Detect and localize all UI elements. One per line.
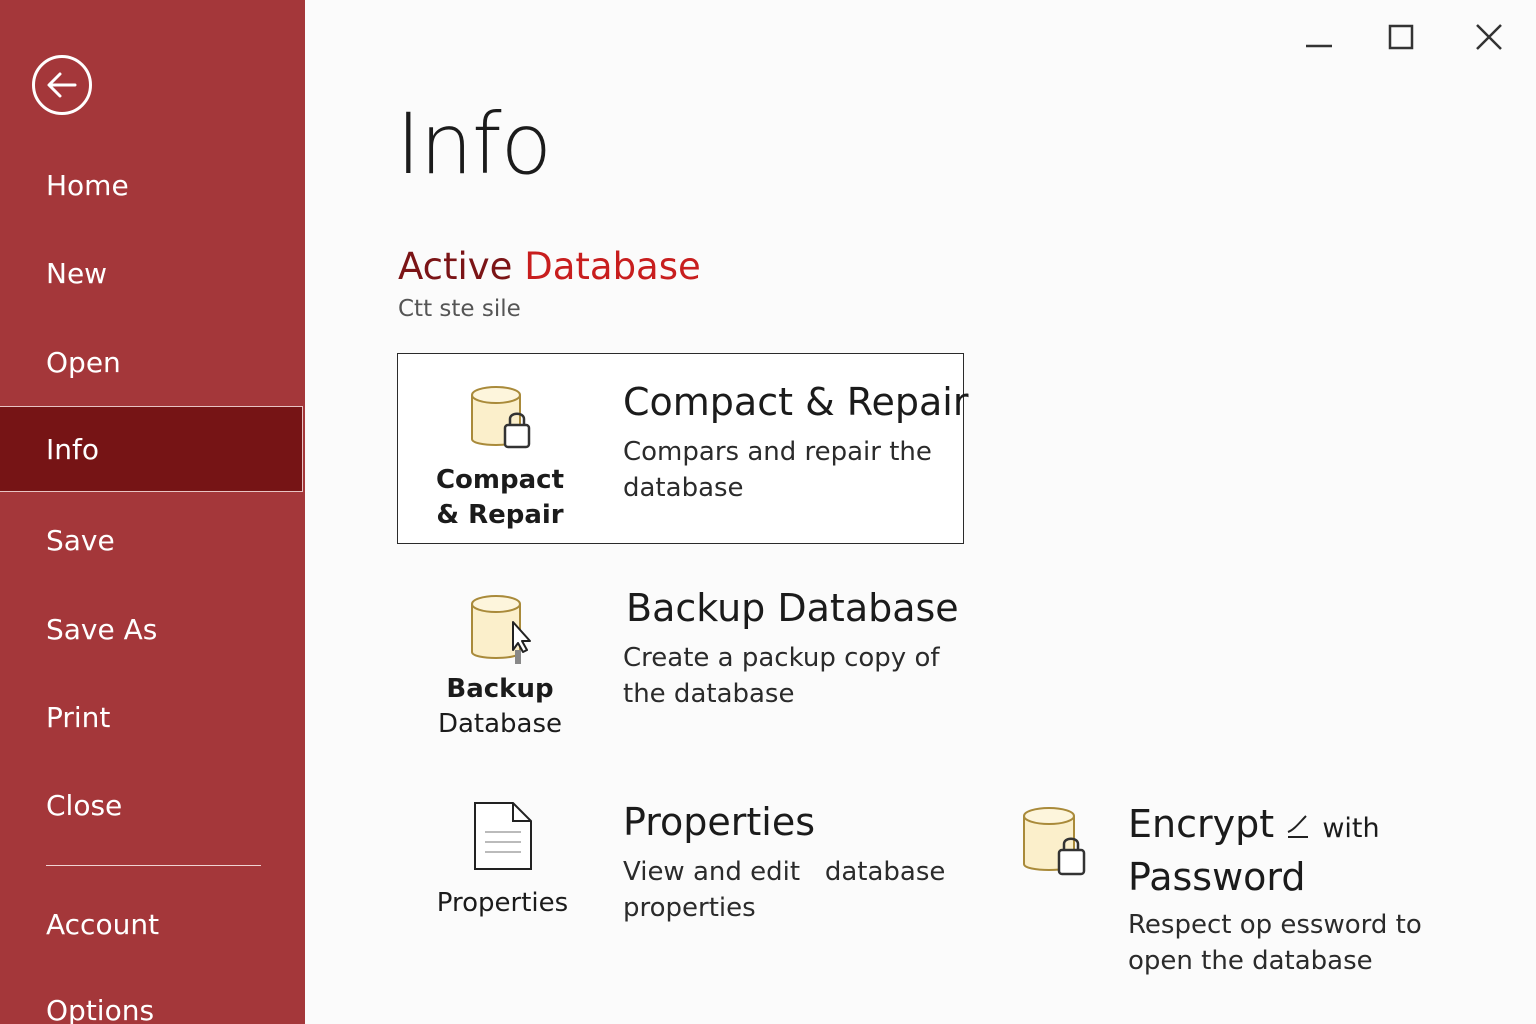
backup-desc-line1: Create a packup copy of	[623, 643, 940, 673]
backup-database-description: Create a packup copy of the database	[623, 640, 940, 712]
compact-repair-button[interactable]: Compact & Repair	[425, 383, 575, 533]
properties-desc-line1: View and edit database	[623, 857, 946, 887]
properties-desc-line2: properties	[623, 893, 756, 923]
close-icon	[1476, 24, 1502, 50]
back-button[interactable]	[32, 55, 92, 115]
properties-heading: Properties	[623, 800, 816, 844]
maximize-icon	[1388, 24, 1414, 50]
properties-tile-label: Properties	[436, 888, 569, 918]
section-title: Active Database	[398, 245, 701, 288]
sidebar-item-account[interactable]: Account	[0, 882, 305, 968]
compact-desc-line2: database	[623, 473, 744, 503]
database-backup-icon	[471, 595, 531, 664]
close-window-button[interactable]	[1464, 14, 1514, 60]
properties-description: View and edit database properties	[623, 854, 945, 926]
sidebar-item-open[interactable]: Open	[0, 320, 305, 406]
encrypt-heading-with: with	[1322, 813, 1380, 844]
sidebar-item-save[interactable]: Save	[0, 498, 305, 584]
document-properties-icon	[473, 802, 532, 870]
backstage-sidebar: Home New Open Info Save Save As Print Cl…	[0, 0, 305, 1024]
database-lock-icon	[471, 386, 531, 449]
maximize-button[interactable]	[1376, 14, 1426, 60]
encrypt-heading-line1: Encrypt with	[1128, 802, 1380, 846]
sidebar-item-info[interactable]: Info	[0, 406, 303, 492]
back-arrow-icon	[47, 72, 77, 98]
encrypt-heading-word: Encrypt	[1128, 802, 1275, 846]
compact-tile-label-line2: & Repair	[436, 500, 564, 530]
sidebar-item-options[interactable]: Options	[0, 968, 305, 1024]
encrypt-password-button[interactable]	[1018, 804, 1090, 880]
sidebar-item-new[interactable]: New	[0, 231, 305, 317]
backup-tile-label-line2: Database	[437, 709, 563, 739]
minimize-button[interactable]	[1294, 14, 1344, 60]
encrypt-desc-line1: Respect op essword to	[1128, 910, 1422, 940]
backup-database-button[interactable]: Backup Database	[425, 592, 575, 742]
sidebar-item-save-as[interactable]: Save As	[0, 587, 305, 673]
minimize-icon	[1306, 44, 1332, 48]
compact-repair-description: Compars and repair the database	[623, 434, 932, 506]
sidebar-divider	[46, 865, 261, 866]
backup-desc-line2: the database	[623, 679, 795, 709]
page-title: Info	[396, 95, 552, 193]
sidebar-item-close[interactable]: Close	[0, 763, 305, 849]
pen-stroke-icon	[1287, 814, 1309, 838]
properties-button[interactable]: Properties	[430, 800, 575, 921]
section-subtitle: Ctt ste sile	[398, 296, 521, 322]
sidebar-item-print[interactable]: Print	[0, 675, 305, 761]
compact-repair-heading: Compact & Repair	[623, 380, 969, 424]
encrypt-description: Respect op essword to open the database	[1128, 907, 1422, 979]
backup-tile-label-line1: Backup	[446, 674, 554, 704]
encrypt-heading-line2: Password	[1128, 855, 1306, 899]
section-title-database: Database	[524, 245, 701, 288]
encrypt-desc-line2: open the database	[1128, 946, 1373, 976]
section-title-active: Active	[398, 245, 513, 288]
compact-tile-label-line1: Compact	[435, 465, 565, 495]
sidebar-item-home[interactable]: Home	[0, 143, 305, 229]
compact-desc-line1: Compars and repair the	[623, 437, 932, 467]
backup-database-heading: Backup Database	[626, 586, 959, 630]
database-lock-icon	[1023, 807, 1086, 876]
